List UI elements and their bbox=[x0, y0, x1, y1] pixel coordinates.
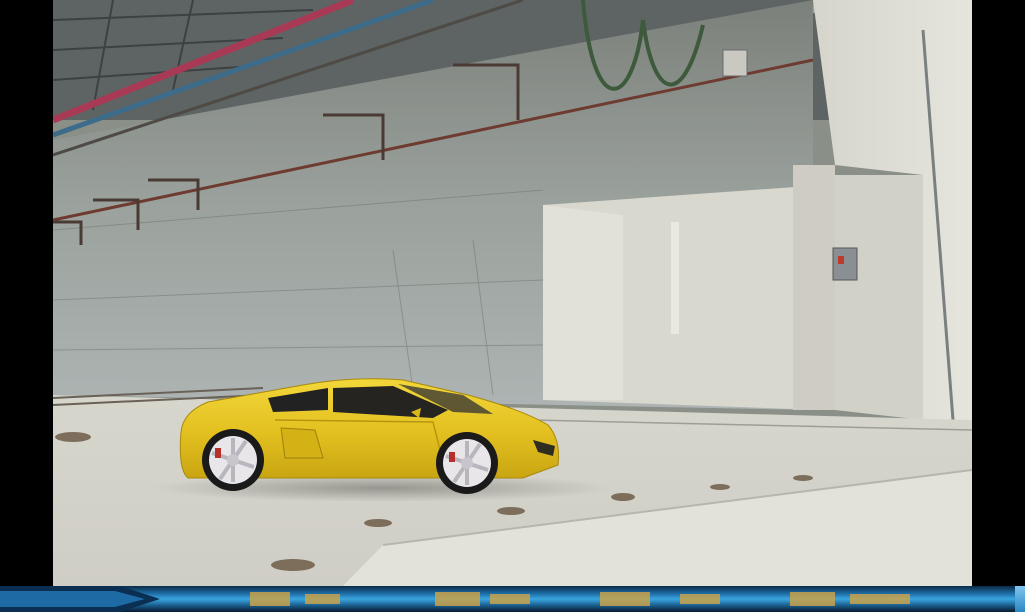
right-pillar bbox=[793, 165, 835, 410]
front-wheel bbox=[436, 432, 498, 494]
progress-indicator-icon bbox=[250, 592, 910, 606]
right-recess bbox=[835, 175, 923, 420]
bar-end-cap bbox=[1015, 586, 1025, 612]
wall-pipe bbox=[671, 222, 679, 334]
junction-box-icon bbox=[722, 49, 748, 77]
render-viewport[interactable] bbox=[53, 0, 972, 586]
bottom-status-bar bbox=[0, 586, 1025, 612]
scene-canvas bbox=[53, 0, 972, 586]
arrow-left-icon[interactable] bbox=[0, 586, 160, 612]
dock-side-wall bbox=[543, 205, 623, 400]
application-window bbox=[0, 0, 1025, 612]
electrical-box-icon bbox=[832, 247, 858, 281]
indicator-light-icon bbox=[838, 256, 844, 264]
rear-wheel bbox=[202, 429, 264, 491]
